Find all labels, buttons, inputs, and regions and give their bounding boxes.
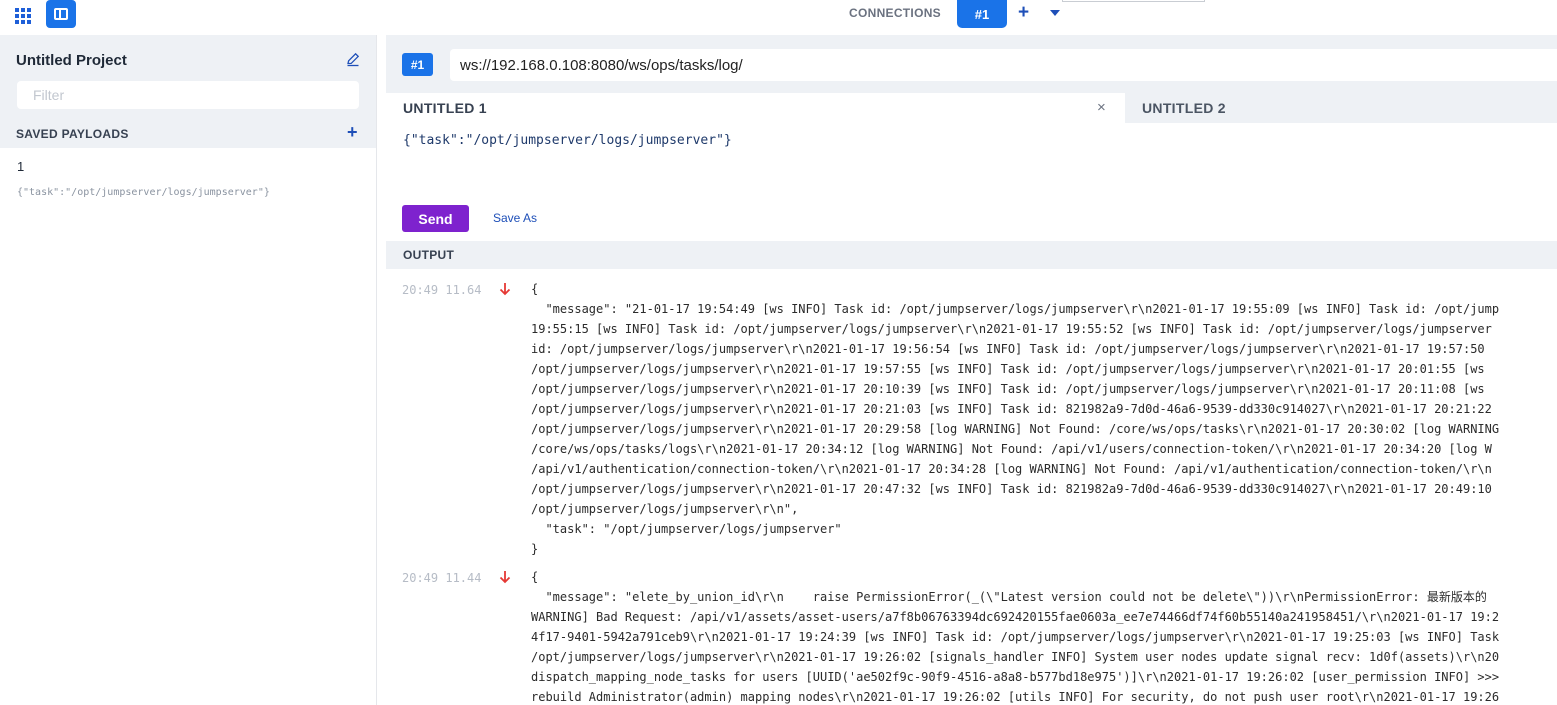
message-body: { "message": "elete_by_union_id\r\n rais… — [531, 567, 1499, 705]
apps-grid-icon[interactable] — [14, 7, 31, 24]
main-panel: #1 UNTITLED 1 × UNTITLED 2 {"task":"/opt… — [386, 35, 1557, 705]
connections-dropdown-icon[interactable] — [1050, 10, 1060, 16]
filter-input[interactable] — [17, 81, 359, 109]
saved-payloads-label: SAVED PAYLOADS — [16, 127, 129, 141]
message-time: 20:49 11.64 — [402, 283, 482, 297]
message-line: /opt/jumpserver/logs/jumpserver\r\n", — [531, 502, 799, 516]
dropdown-edge — [1062, 0, 1205, 2]
message-line: /opt/jumpserver/logs/jumpserver\r\n2021-… — [531, 482, 1492, 496]
message-time: 20:49 11.44 — [402, 571, 482, 585]
message-line: 19:55:15 [ws INFO] Task id: /opt/jumpser… — [531, 322, 1492, 336]
message-line: /api/v1/authentication/connection-token/… — [531, 462, 1492, 476]
tab-untitled-1[interactable]: UNTITLED 1 × — [386, 93, 1125, 123]
message-line: WARNING] Bad Request: /api/v1/assets/ass… — [531, 610, 1500, 624]
toggle-sidebar-button[interactable] — [46, 0, 76, 28]
payload-editor[interactable]: {"task":"/opt/jumpserver/logs/jumpserver… — [403, 133, 732, 148]
message-line: /opt/jumpserver/logs/jumpserver\r\n2021-… — [531, 382, 1485, 396]
output-label: OUTPUT — [403, 248, 455, 262]
save-as-button[interactable]: Save As — [493, 211, 537, 225]
message-line: } — [531, 542, 539, 556]
close-tab-icon[interactable]: × — [1097, 99, 1106, 116]
message-line: rebuild Administrator(admin) mapping nod… — [531, 690, 1500, 704]
tab-untitled-2[interactable]: UNTITLED 2 — [1125, 93, 1557, 123]
output-header: OUTPUT — [386, 241, 1557, 269]
message-line: /opt/jumpserver/logs/jumpserver\r\n2021-… — [531, 650, 1500, 664]
message-body: { "message": "21-01-17 19:54:49 [ws INFO… — [531, 279, 1499, 559]
message-line: /opt/jumpserver/logs/jumpserver\r\n2021-… — [531, 422, 1500, 436]
payload-item[interactable]: 1 {"task":"/opt/jumpserver/logs/jumpserv… — [0, 153, 376, 213]
message-line: "message": "21-01-17 19:54:49 [ws INFO] … — [531, 302, 1500, 316]
edit-pencil-icon[interactable] — [345, 51, 361, 67]
message-line: dispatch_mapping_node_tasks for users [U… — [531, 670, 1500, 684]
message-line: /opt/jumpserver/logs/jumpserver\r\n2021-… — [531, 402, 1492, 416]
send-button[interactable]: Send — [402, 205, 469, 232]
editor-tabs: UNTITLED 1 × UNTITLED 2 — [386, 93, 1557, 123]
message-line: id: /opt/jumpserver/logs/jumpserver\r\n2… — [531, 342, 1485, 356]
add-payload-icon[interactable]: + — [347, 122, 358, 143]
tab-label: UNTITLED 2 — [1142, 100, 1226, 116]
add-connection-icon[interactable]: + — [1018, 3, 1029, 22]
sidebar: Untitled Project SAVED PAYLOADS + 1 {"ta… — [0, 35, 377, 705]
message-line: { — [531, 282, 539, 296]
connection-badge: #1 — [402, 53, 433, 76]
connections-label: CONNECTIONS — [849, 6, 941, 20]
message-line: "message": "elete_by_union_id\r\n raise … — [531, 590, 1487, 604]
project-title: Untitled Project — [16, 52, 127, 69]
tab-label: UNTITLED 1 — [403, 100, 487, 116]
incoming-arrow-icon — [499, 571, 511, 584]
url-bar: #1 — [386, 35, 1557, 93]
sidebar-panel-icon — [54, 8, 68, 20]
top-bar: CONNECTIONS #1 + — [0, 0, 1557, 33]
message-line: /opt/jumpserver/logs/jumpserver\r\n2021-… — [531, 362, 1485, 376]
message-line: "task": "/opt/jumpserver/logs/jumpserver… — [531, 522, 842, 536]
connection-tab-1[interactable]: #1 — [957, 0, 1007, 28]
output-messages: 20:49 11.64 { "message": "21-01-17 19:54… — [386, 279, 1557, 705]
url-input[interactable] — [450, 49, 1557, 81]
message-line: { — [531, 570, 539, 584]
message-line: 4f17-9401-5942a791ceb9\r\n2021-01-17 19:… — [531, 630, 1500, 644]
payload-preview: {"task":"/opt/jumpserver/logs/jumpserver… — [17, 187, 270, 198]
message-line: /core/ws/ops/tasks/logs\r\n2021-01-17 20… — [531, 442, 1492, 456]
sidebar-header: Untitled Project SAVED PAYLOADS + — [0, 35, 376, 148]
incoming-arrow-icon — [499, 283, 511, 296]
payload-name: 1 — [17, 159, 25, 174]
